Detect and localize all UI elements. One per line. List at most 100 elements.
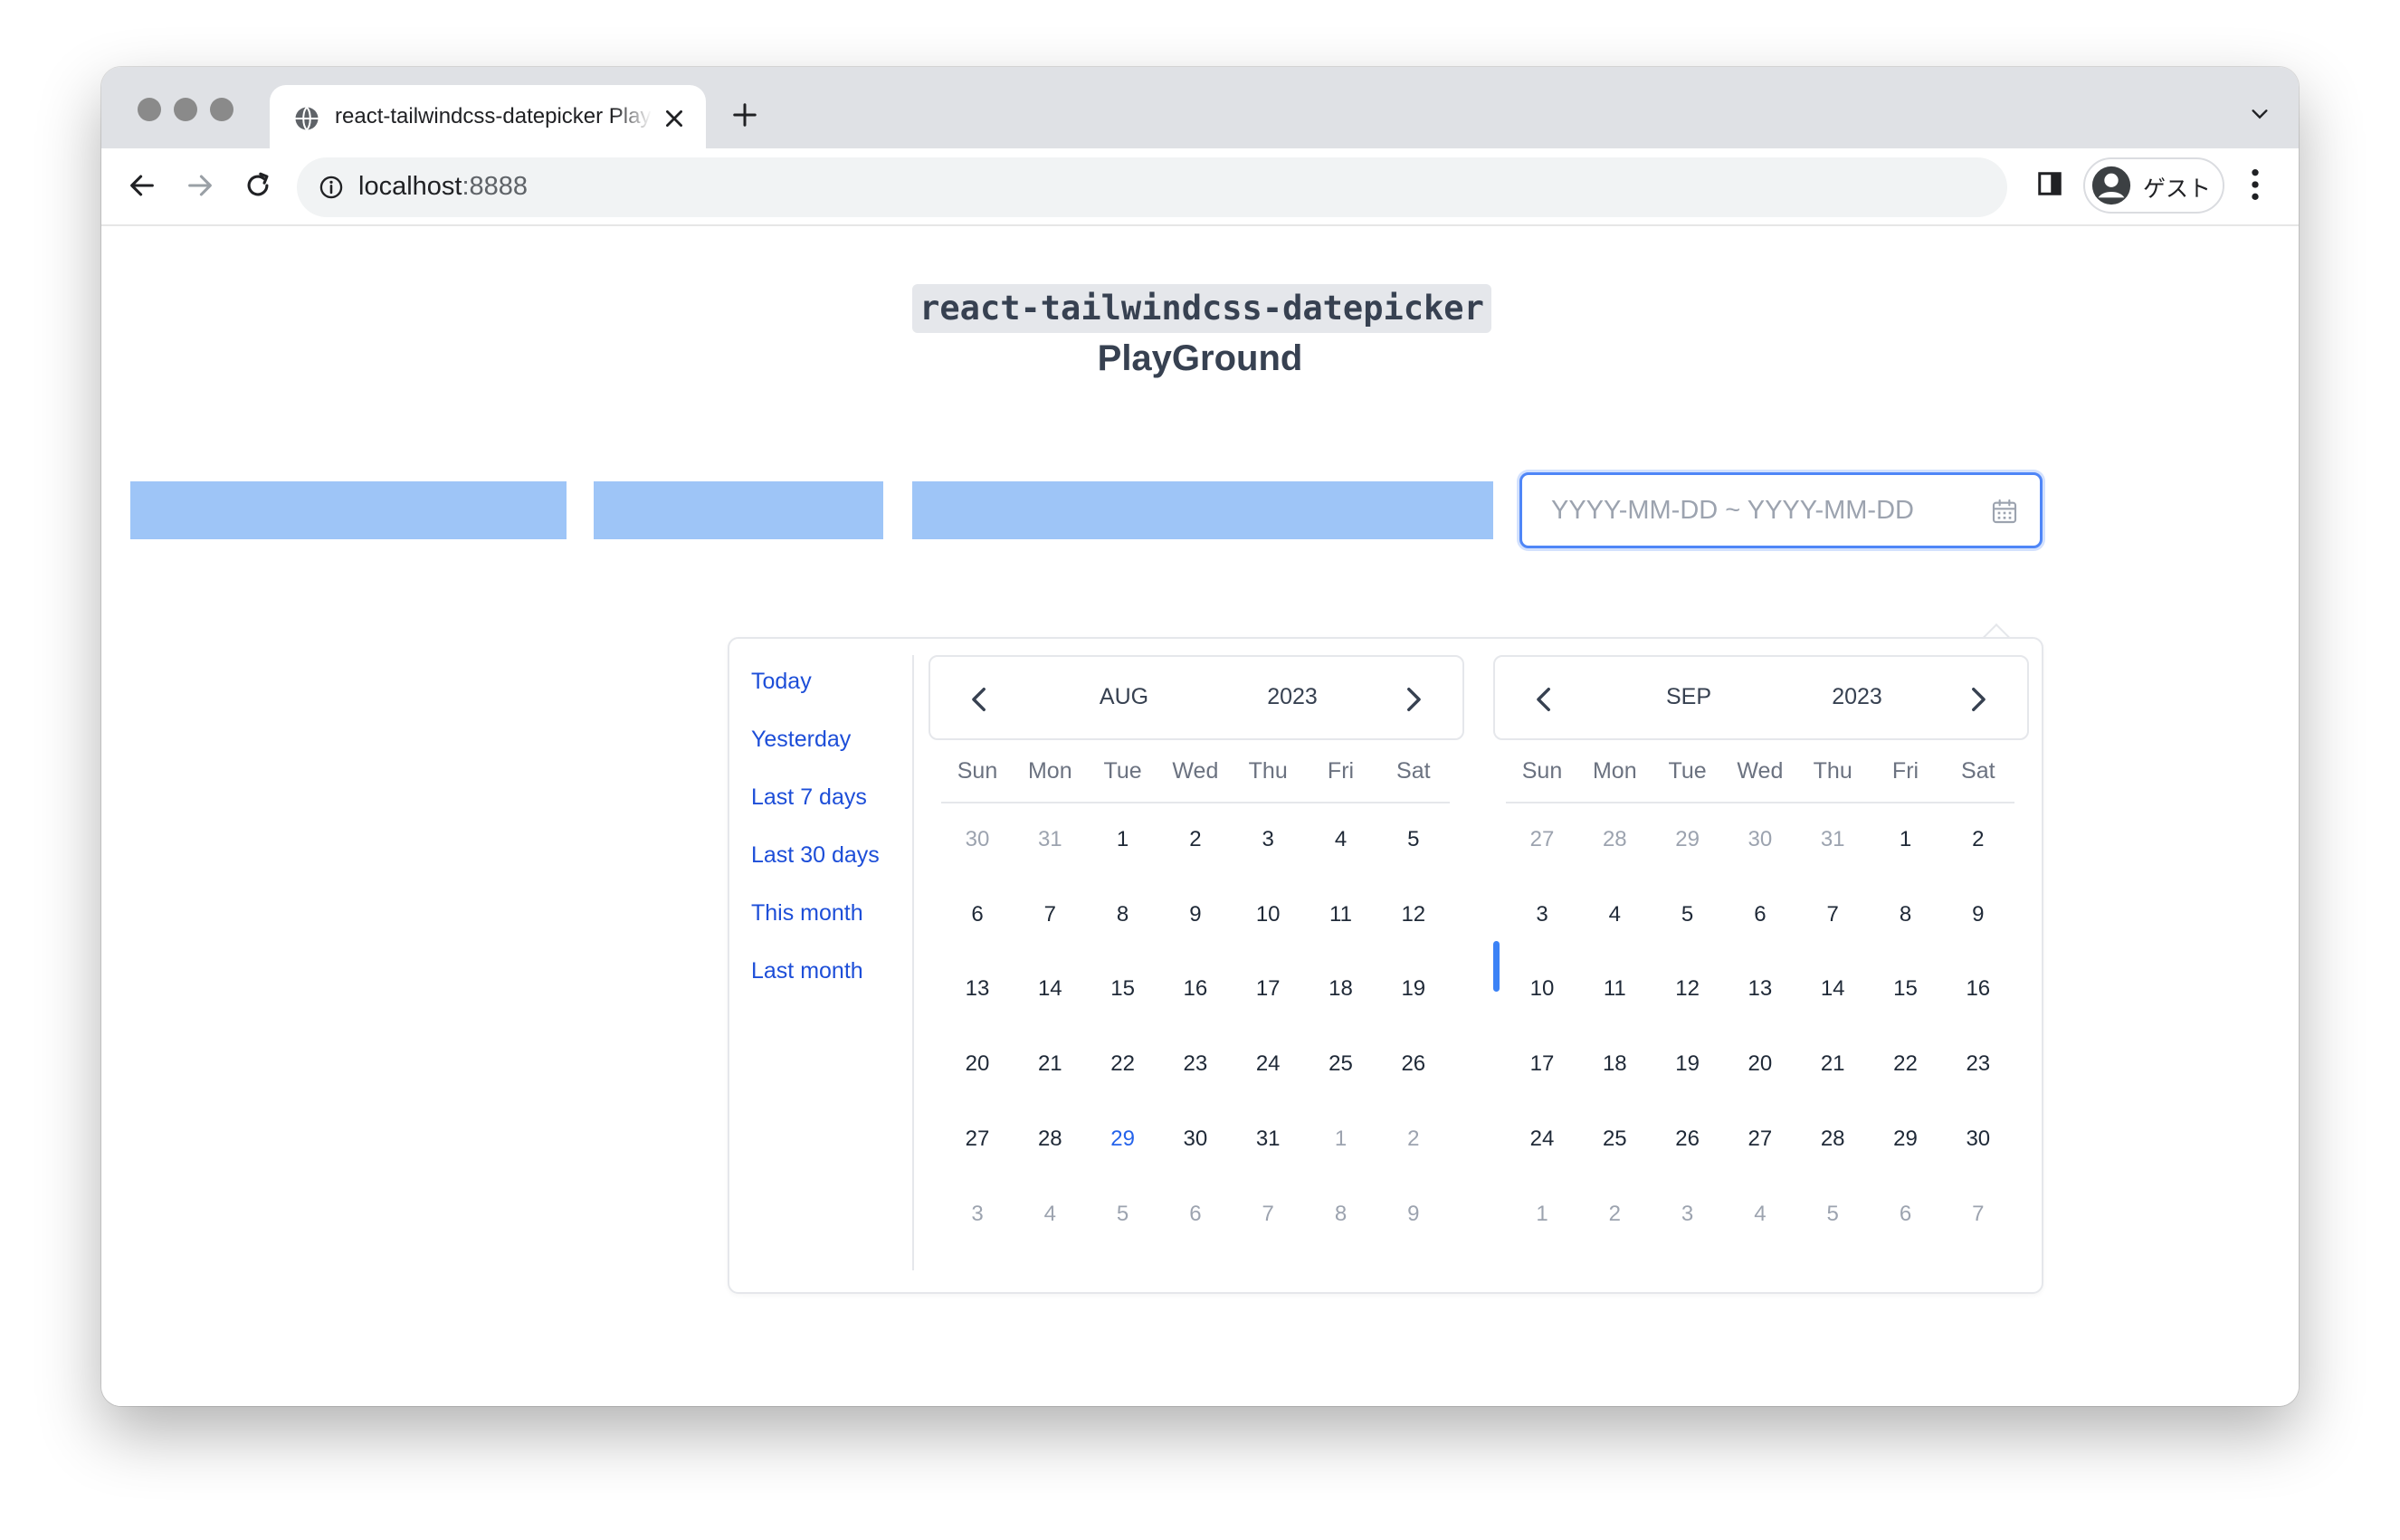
calendar-day[interactable]: 1: [1506, 1196, 1578, 1232]
close-window-button[interactable]: [138, 98, 161, 121]
calendar-day[interactable]: 8: [1870, 897, 1942, 933]
calendar-day[interactable]: 6: [941, 897, 1014, 933]
month-button[interactable]: SEP: [1625, 684, 1752, 710]
browser-tab[interactable]: react-tailwindcss-datepicker PlayGround: [270, 85, 706, 150]
year-button[interactable]: 2023: [1803, 684, 1911, 710]
calendar-day[interactable]: 23: [1942, 1046, 2014, 1082]
calendar-day[interactable]: 20: [941, 1046, 1014, 1082]
calendar-day[interactable]: 8: [1305, 1196, 1377, 1232]
back-arrow-icon[interactable]: [127, 170, 157, 201]
calendar-day[interactable]: 3: [1232, 822, 1304, 858]
zoom-window-button[interactable]: [210, 98, 233, 121]
site-info-icon[interactable]: [319, 175, 344, 200]
calendar-day[interactable]: 22: [1870, 1046, 1942, 1082]
calendar-day[interactable]: 23: [1159, 1046, 1232, 1082]
calendar-day[interactable]: 2: [1377, 1121, 1450, 1157]
calendar-day[interactable]: 6: [1159, 1196, 1232, 1232]
calendar-day[interactable]: 31: [1796, 822, 1869, 858]
calendar-day[interactable]: 27: [1724, 1121, 1796, 1157]
calendar-day[interactable]: 5: [1652, 897, 1724, 933]
calendar-day[interactable]: 14: [1796, 971, 1869, 1007]
calendar-day[interactable]: 22: [1087, 1046, 1159, 1082]
next-month-icon[interactable]: [1397, 684, 1428, 715]
date-range-field[interactable]: [1519, 472, 2043, 548]
calendar-day[interactable]: 15: [1870, 971, 1942, 1007]
calendar-icon[interactable]: [1989, 497, 2020, 526]
next-month-icon[interactable]: [1962, 684, 1993, 715]
reload-icon[interactable]: [243, 170, 273, 201]
calendar-day[interactable]: 3: [1652, 1196, 1724, 1232]
calendar-day[interactable]: 9: [1377, 1196, 1450, 1232]
tab-search-chevron-icon[interactable]: [2250, 107, 2270, 121]
minimize-window-button[interactable]: [174, 98, 197, 121]
calendar-day[interactable]: 1: [1870, 822, 1942, 858]
calendar-day[interactable]: 3: [941, 1196, 1014, 1232]
calendar-day[interactable]: 16: [1942, 971, 2014, 1007]
calendar-day[interactable]: 31: [1014, 822, 1086, 858]
forward-arrow-icon[interactable]: [185, 170, 215, 201]
calendar-day[interactable]: 10: [1506, 971, 1578, 1007]
calendar-day[interactable]: 26: [1377, 1046, 1450, 1082]
calendar-day[interactable]: 19: [1377, 971, 1450, 1007]
shortcut-item[interactable]: Today: [751, 666, 914, 724]
calendar-day[interactable]: 5: [1087, 1196, 1159, 1232]
calendar-day[interactable]: 16: [1159, 971, 1232, 1007]
calendar-day[interactable]: 28: [1578, 822, 1651, 858]
calendar-day[interactable]: 11: [1578, 971, 1651, 1007]
calendar-day[interactable]: 14: [1014, 971, 1086, 1007]
calendar-day[interactable]: 24: [1506, 1121, 1578, 1157]
calendar-day[interactable]: 30: [1724, 822, 1796, 858]
calendar-day[interactable]: 30: [1159, 1121, 1232, 1157]
side-panel-icon[interactable]: [2036, 170, 2063, 197]
calendar-day[interactable]: 5: [1377, 822, 1450, 858]
calendar-day[interactable]: 20: [1724, 1046, 1796, 1082]
calendar-day[interactable]: 19: [1652, 1046, 1724, 1082]
calendar-day[interactable]: 6: [1870, 1196, 1942, 1232]
calendar-day[interactable]: 4: [1578, 897, 1651, 933]
calendar-day[interactable]: 29: [1652, 822, 1724, 858]
shortcut-item[interactable]: Last month: [751, 955, 914, 1013]
calendar-day[interactable]: 10: [1232, 897, 1304, 933]
calendar-day[interactable]: 1: [1305, 1121, 1377, 1157]
calendar-day[interactable]: 12: [1652, 971, 1724, 1007]
calendar-day[interactable]: 12: [1377, 897, 1450, 933]
calendar-day[interactable]: 15: [1087, 971, 1159, 1007]
shortcut-item[interactable]: Last 7 days: [751, 782, 914, 840]
month-button[interactable]: AUG: [1061, 684, 1187, 710]
calendar-day[interactable]: 2: [1159, 822, 1232, 858]
profile-button[interactable]: ゲスト: [2083, 157, 2224, 214]
calendar-day[interactable]: 2: [1942, 822, 2014, 858]
shortcut-item[interactable]: Yesterday: [751, 724, 914, 782]
calendar-day[interactable]: 21: [1796, 1046, 1869, 1082]
calendar-day[interactable]: 6: [1724, 897, 1796, 933]
shortcut-item[interactable]: Last 30 days: [751, 840, 914, 898]
shortcut-item[interactable]: This month: [751, 898, 914, 955]
calendar-day[interactable]: 18: [1305, 971, 1377, 1007]
calendar-day[interactable]: 9: [1942, 897, 2014, 933]
calendar-day[interactable]: 4: [1724, 1196, 1796, 1232]
calendar-day[interactable]: 3: [1506, 897, 1578, 933]
calendar-day[interactable]: 24: [1232, 1046, 1304, 1082]
new-tab-icon[interactable]: [731, 101, 758, 128]
more-menu-icon[interactable]: [2250, 166, 2261, 203]
calendar-day[interactable]: 27: [1506, 822, 1578, 858]
calendar-day[interactable]: 30: [941, 822, 1014, 858]
calendar-day[interactable]: 7: [1232, 1196, 1304, 1232]
calendar-day[interactable]: 25: [1305, 1046, 1377, 1082]
date-range-input[interactable]: [1549, 491, 1969, 529]
calendar-day[interactable]: 9: [1159, 897, 1232, 933]
calendar-day[interactable]: 18: [1578, 1046, 1651, 1082]
calendar-day[interactable]: 29: [1087, 1121, 1159, 1157]
calendar-day[interactable]: 13: [941, 971, 1014, 1007]
calendar-day[interactable]: 21: [1014, 1046, 1086, 1082]
address-bar[interactable]: localhost:8888: [297, 157, 2007, 217]
calendar-day[interactable]: 7: [1796, 897, 1869, 933]
calendar-day[interactable]: 7: [1014, 897, 1086, 933]
calendar-day[interactable]: 26: [1652, 1121, 1724, 1157]
calendar-day[interactable]: 30: [1942, 1121, 2014, 1157]
calendar-day[interactable]: 29: [1870, 1121, 1942, 1157]
calendar-day[interactable]: 4: [1305, 822, 1377, 858]
calendar-day[interactable]: 28: [1796, 1121, 1869, 1157]
calendar-day[interactable]: 11: [1305, 897, 1377, 933]
calendar-day[interactable]: 17: [1232, 971, 1304, 1007]
